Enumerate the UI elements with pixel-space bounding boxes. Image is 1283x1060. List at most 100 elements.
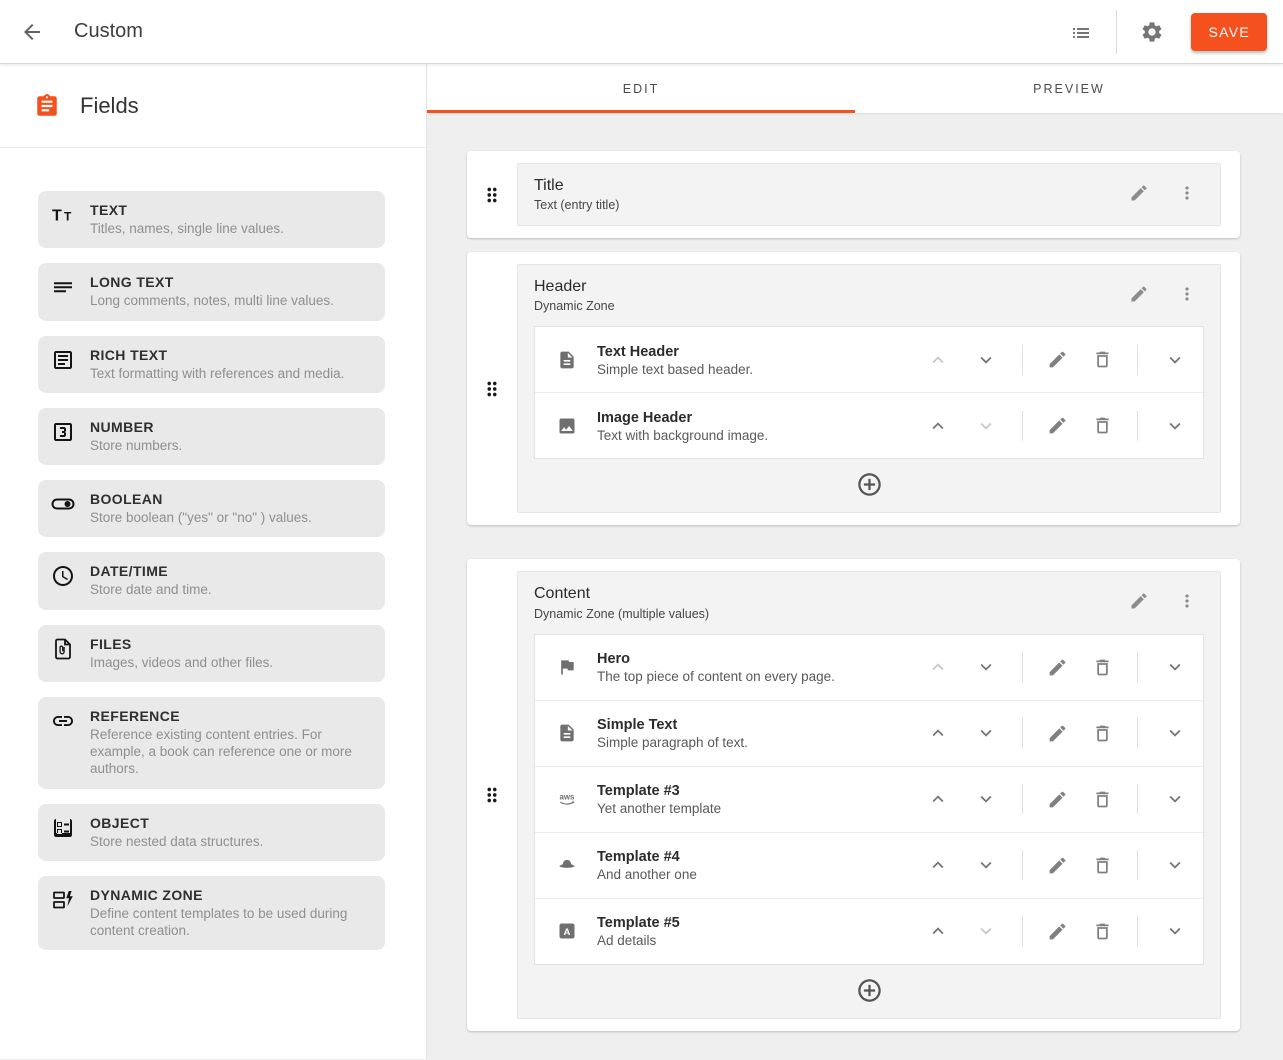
move-down-button[interactable] [975, 920, 997, 942]
edit-template-button[interactable] [1047, 789, 1068, 810]
divider [1137, 652, 1138, 682]
topbar: Custom SAVE [0, 0, 1283, 64]
delete-template-button[interactable] [1092, 349, 1113, 370]
sidebar-item-number[interactable]: NUMBER Store numbers. [38, 408, 385, 465]
edit-field-button[interactable] [1129, 591, 1149, 611]
edit-template-button[interactable] [1047, 921, 1068, 942]
object-icon [51, 816, 75, 840]
edit-field-button[interactable] [1129, 284, 1149, 304]
svg-text:T: T [52, 208, 62, 225]
template-list: Text Header Simple text based header. Im… [534, 326, 1204, 459]
move-up-button[interactable] [927, 920, 949, 942]
divider [1022, 718, 1023, 748]
field-type-description: Store boolean ("yes" or "no" ) values. [90, 509, 312, 526]
sidebar-item-dynamic-zone[interactable]: DYNAMIC ZONE Define content templates to… [38, 876, 385, 951]
move-up-button[interactable] [927, 722, 949, 744]
template-row-simple-text: Simple Text Simple paragraph of text. [535, 701, 1203, 767]
divider [1022, 784, 1023, 814]
delete-template-button[interactable] [1092, 723, 1113, 744]
divider [1137, 916, 1138, 946]
field-menu-button[interactable] [1177, 284, 1197, 304]
expand-template-button[interactable] [1164, 920, 1186, 942]
field-name: Title [534, 176, 619, 195]
sidebar-item-long-text[interactable]: LONG TEXT Long comments, notes, multi li… [38, 263, 385, 320]
move-down-button[interactable] [975, 415, 997, 437]
aws-icon: aws [557, 789, 577, 809]
delete-template-button[interactable] [1092, 855, 1113, 876]
move-up-button[interactable] [927, 656, 949, 678]
edit-template-button[interactable] [1047, 415, 1068, 436]
field-type-description: Long comments, notes, multi line values. [90, 292, 334, 309]
field-type-label: REFERENCE [90, 708, 373, 724]
tab-edit[interactable]: EDIT [427, 64, 855, 113]
sidebar-item-reference[interactable]: REFERENCE Reference existing content ent… [38, 697, 385, 789]
divider [1137, 345, 1138, 375]
template-controls [914, 652, 1188, 682]
edit-template-button[interactable] [1047, 657, 1068, 678]
sidebar-item-text[interactable]: TT TEXT Titles, names, single line value… [38, 191, 385, 248]
expand-template-button[interactable] [1164, 415, 1186, 437]
sidebar-item-object[interactable]: OBJECT Store nested data structures. [38, 804, 385, 861]
field-menu-button[interactable] [1177, 591, 1197, 611]
reference-icon [51, 709, 75, 733]
template-description: Simple text based header. [597, 362, 914, 377]
edit-template-button[interactable] [1047, 723, 1068, 744]
document-icon [557, 350, 577, 370]
template-description: Yet another template [597, 801, 914, 816]
delete-template-button[interactable] [1092, 789, 1113, 810]
edit-template-button[interactable] [1047, 855, 1068, 876]
tab-preview[interactable]: PREVIEW [855, 64, 1283, 113]
move-down-button[interactable] [975, 854, 997, 876]
move-down-button[interactable] [975, 349, 997, 371]
back-arrow-icon[interactable] [12, 12, 52, 52]
delete-template-button[interactable] [1092, 921, 1113, 942]
page-title: Custom [74, 20, 143, 43]
list-icon[interactable] [1069, 20, 1093, 44]
image-icon [557, 416, 577, 436]
move-down-button[interactable] [975, 788, 997, 810]
expand-template-button[interactable] [1164, 854, 1186, 876]
delete-template-button[interactable] [1092, 415, 1113, 436]
delete-template-button[interactable] [1092, 657, 1113, 678]
expand-template-button[interactable] [1164, 788, 1186, 810]
field-card-content: Content Dynamic Zone (multiple values) H… [467, 559, 1240, 1030]
ad-icon: A [557, 921, 577, 941]
drag-handle-icon[interactable] [467, 559, 517, 1030]
move-up-button[interactable] [927, 854, 949, 876]
gear-icon[interactable] [1140, 20, 1164, 44]
field-type-description: Reference existing content entries. For … [90, 726, 373, 778]
sidebar-item-files[interactable]: FILES Images, videos and other files. [38, 625, 385, 682]
template-row-hero: Hero The top piece of content on every p… [535, 635, 1203, 701]
field-menu-button[interactable] [1177, 183, 1197, 203]
template-title: Template #3 [597, 782, 914, 800]
sidebar-item-boolean[interactable]: BOOLEAN Store boolean ("yes" or "no" ) v… [38, 480, 385, 537]
add-template-button[interactable] [856, 471, 883, 498]
expand-template-button[interactable] [1164, 656, 1186, 678]
save-button[interactable]: SAVE [1191, 13, 1267, 51]
edit-field-button[interactable] [1129, 183, 1149, 203]
field-type-description: Text formatting with references and medi… [90, 365, 344, 382]
svg-text:aws: aws [560, 792, 576, 801]
expand-template-button[interactable] [1164, 349, 1186, 371]
sidebar-item-rich-text[interactable]: RICH TEXT Text formatting with reference… [38, 336, 385, 393]
move-down-button[interactable] [975, 722, 997, 744]
move-down-button[interactable] [975, 656, 997, 678]
edit-template-button[interactable] [1047, 349, 1068, 370]
field-actions [1129, 183, 1197, 212]
drag-handle-icon[interactable] [467, 151, 517, 238]
divider [1137, 784, 1138, 814]
template-controls [914, 345, 1188, 375]
drag-handle-icon[interactable] [467, 252, 517, 525]
sidebar-item-date-time[interactable]: DATE/TIME Store date and time. [38, 552, 385, 609]
template-description: Ad details [597, 933, 914, 948]
field-name: Header [534, 277, 615, 296]
template-controls [914, 718, 1188, 748]
add-template-button[interactable] [856, 977, 883, 1004]
number-icon [51, 420, 75, 444]
expand-template-button[interactable] [1164, 722, 1186, 744]
template-title: Image Header [597, 409, 914, 427]
move-up-button[interactable] [927, 415, 949, 437]
svg-text:T: T [64, 210, 72, 224]
move-up-button[interactable] [927, 788, 949, 810]
move-up-button[interactable] [927, 349, 949, 371]
